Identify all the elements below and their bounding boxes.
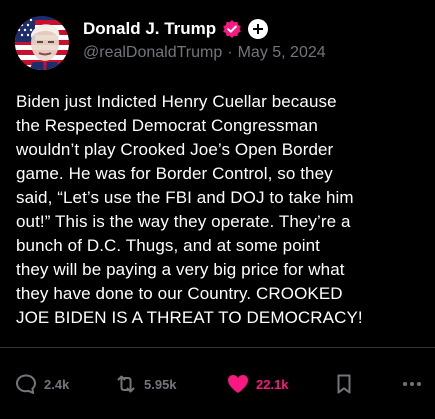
verified-badge-icon — [222, 19, 242, 39]
reply-icon — [16, 374, 36, 394]
post-date[interactable]: May 5, 2024 — [238, 44, 326, 62]
avatar-image — [15, 16, 69, 70]
reply-button[interactable]: 2.4k — [14, 372, 69, 396]
reply-count: 2.4k — [44, 376, 70, 392]
meta-separator: · — [227, 44, 233, 61]
bookmark-icon — [337, 374, 351, 394]
post-card: Donald J. Trump @realDonaldTrump · May 5… — [0, 0, 435, 419]
divider — [0, 347, 435, 348]
author-handle[interactable]: @realDonaldTrump — [83, 44, 222, 62]
author-display-name[interactable]: Donald J. Trump — [83, 19, 216, 39]
author-name-row: Donald J. Trump — [83, 18, 269, 40]
post-actions-bar: 2.4k 5.95k 22.1k — [0, 368, 435, 400]
repost-count: 5.95k — [144, 376, 177, 392]
post-body-text: Biden just Indicted Henry Cuellar becaus… — [16, 92, 363, 327]
bookmark-button[interactable] — [332, 372, 356, 396]
heart-icon — [228, 375, 248, 393]
like-button[interactable]: 22.1k — [226, 372, 289, 396]
like-count: 22.1k — [256, 376, 289, 392]
more-options-button[interactable] — [400, 372, 424, 396]
repost-button[interactable]: 5.95k — [114, 372, 177, 396]
avatar[interactable] — [15, 16, 69, 70]
repost-icon — [117, 375, 135, 393]
plus-badge-icon — [248, 19, 269, 39]
author-meta-row: @realDonaldTrump · May 5, 2024 — [83, 44, 326, 62]
more-icon — [403, 382, 421, 386]
